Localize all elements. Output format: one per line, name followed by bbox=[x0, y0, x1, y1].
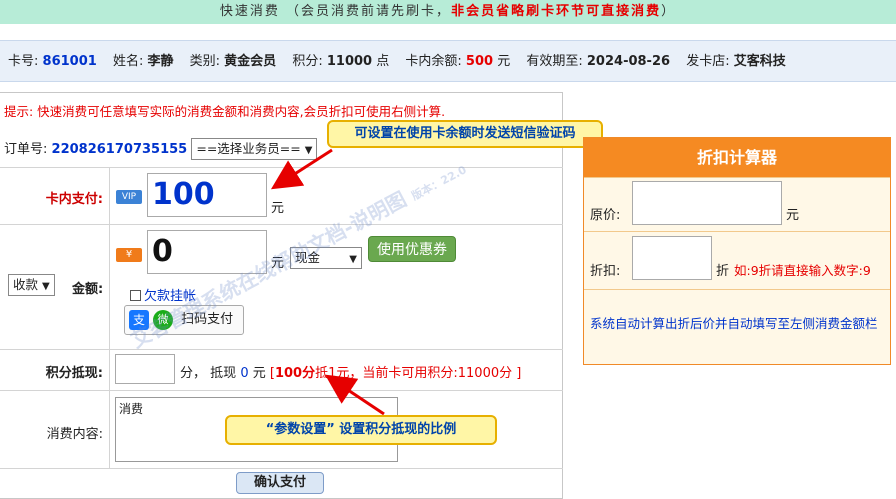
sms-callout: 可设置在使用卡余额时发送短信验证码 bbox=[327, 120, 603, 148]
sms-arrow bbox=[270, 148, 333, 190]
discount-hint: 如:9折请直接输入数字:9 bbox=[734, 263, 871, 278]
discount-calculator: 折扣计算器 原价: 元 折扣: 折 如:9折请直接输入数字:9 系统自动计算出折… bbox=[583, 137, 891, 365]
calculator-title: 折扣计算器 bbox=[584, 138, 890, 177]
original-price-row: 原价: 元 bbox=[584, 177, 890, 231]
calculator-divider bbox=[584, 289, 890, 290]
original-price-unit: 元 bbox=[786, 208, 800, 223]
discount-label: 折扣: bbox=[590, 264, 621, 279]
original-price-label: 原价: bbox=[590, 208, 621, 223]
calculator-auto-hint: 系统自动计算出折后价并自动填写至左侧消费金额栏 bbox=[590, 316, 878, 331]
discount-unit: 折 bbox=[716, 264, 730, 279]
points-callout: “参数设置” 设置积分抵现的比例 bbox=[225, 415, 497, 445]
discount-input[interactable] bbox=[632, 236, 712, 280]
discount-row: 折扣: 折 如:9折请直接输入数字:9 bbox=[584, 231, 890, 289]
points-arrow bbox=[325, 374, 385, 416]
original-price-input[interactable] bbox=[632, 181, 782, 225]
